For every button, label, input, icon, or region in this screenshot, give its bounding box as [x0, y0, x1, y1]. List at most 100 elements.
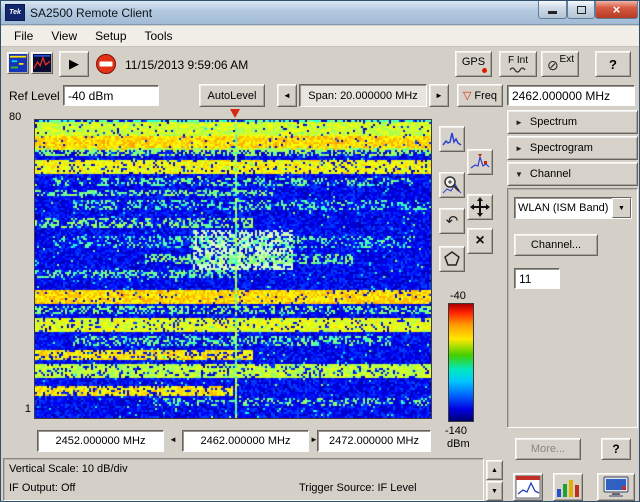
spectrogram-view-button[interactable]	[31, 52, 53, 74]
span-field[interactable]: Span: 20.000000 MHz	[299, 84, 427, 107]
if-output-status: IF Output: Off	[9, 482, 75, 494]
expanded-triangle-icon: ▼	[515, 170, 523, 179]
panel-help-button[interactable]: ?	[601, 438, 631, 460]
datetime-display: 11/15/2013 9:59:06 AM	[125, 58, 248, 72]
pan-button[interactable]	[467, 194, 493, 220]
help-icon: ?	[612, 442, 619, 456]
colorbar	[448, 303, 474, 422]
channel-button-label: Channel...	[531, 239, 581, 251]
help-button[interactable]: ?	[595, 51, 631, 77]
gps-label: GPS	[462, 56, 485, 68]
maximize-button[interactable]	[567, 1, 595, 19]
spectrogram-canvas[interactable]	[35, 120, 431, 418]
help-icon: ?	[609, 57, 617, 72]
ext-label: Ext	[560, 54, 574, 65]
external-ref-button[interactable]: ⊘ Ext	[541, 51, 579, 77]
clear-button[interactable]: ×	[467, 228, 493, 254]
menu-setup[interactable]: Setup	[86, 27, 135, 45]
freq-start-value: 2452.000000 MHz	[56, 435, 146, 447]
marker-icon[interactable]	[230, 109, 240, 118]
tek-logo-icon: Tek	[5, 4, 25, 21]
down-arrow-icon: ▼	[491, 488, 498, 495]
maximize-icon	[577, 6, 586, 14]
signal-meter-icon	[555, 475, 581, 499]
monitor-button[interactable]	[597, 473, 635, 501]
section-spectrogram-label: Spectrogram	[530, 142, 593, 154]
channel-input[interactable]	[514, 268, 560, 289]
zoom-button[interactable]	[439, 172, 465, 198]
levels-button[interactable]	[553, 473, 583, 501]
section-spectrogram[interactable]: ► Spectrogram	[507, 136, 638, 160]
no-symbol-icon: ⊘	[547, 57, 559, 74]
colorbar-unit-label: dBm	[447, 438, 470, 450]
vertical-scale-status: Vertical Scale: 10 dB/div	[9, 463, 128, 475]
spectrum-markers-button[interactable]	[467, 149, 493, 175]
freq-center-value: 2462.000000 MHz	[201, 435, 291, 447]
freq-stop-box[interactable]: 2472.000000 MHz	[317, 430, 431, 452]
span-increase-button[interactable]: ►	[429, 84, 449, 107]
right-arrow-icon: ►	[435, 91, 443, 100]
monitor-icon	[602, 475, 630, 499]
app-window: Tek SA2500 Remote Client × File View Set…	[0, 0, 640, 502]
freq-flag-icon: ▽	[463, 89, 471, 102]
close-icon: ×	[613, 2, 621, 17]
freq-center-box[interactable]: 2462.000000 MHz	[182, 430, 309, 452]
section-channel[interactable]: ▼ Channel	[507, 162, 638, 186]
undo-icon: ↶	[446, 212, 459, 230]
network-select[interactable]: WLAN (ISM Band) ▼	[514, 197, 632, 219]
window-title: SA2500 Remote Client	[30, 6, 152, 20]
freq-stop-value: 2472.000000 MHz	[329, 435, 419, 447]
section-spectrum-label: Spectrum	[530, 116, 577, 128]
gps-button[interactable]: GPS	[455, 51, 492, 77]
section-spectrum[interactable]: ► Spectrum	[507, 110, 638, 134]
frequency-input[interactable]	[507, 85, 635, 106]
stop-button[interactable]	[95, 53, 117, 75]
menu-tools[interactable]: Tools	[136, 27, 182, 45]
colorbar-top-label: -40	[450, 290, 466, 302]
collapsed-triangle-icon: ►	[515, 118, 523, 127]
freq-button[interactable]: ▽ Freq	[457, 84, 503, 107]
play-icon: ▶	[69, 56, 79, 72]
left-arrow-icon: ◄	[283, 91, 291, 100]
spectrum-view-button[interactable]	[7, 52, 29, 74]
internal-ref-button[interactable]: F Int	[499, 51, 537, 77]
span-value: Span: 20.000000 MHz	[308, 90, 417, 102]
menu-file[interactable]: File	[5, 27, 42, 45]
spectrogram-display[interactable]	[34, 119, 432, 419]
gps-status-icon	[482, 68, 487, 73]
collapsed-triangle-icon: ►	[515, 144, 523, 153]
dropdown-button[interactable]: ▼	[612, 198, 631, 218]
minimize-icon	[548, 11, 557, 14]
menu-bar: File View Setup Tools	[1, 26, 639, 47]
spectrum-markers-icon	[470, 153, 490, 171]
minimize-button[interactable]	[538, 1, 567, 19]
run-button[interactable]: ▶	[59, 51, 89, 77]
row-top-label: 80	[9, 111, 21, 123]
scroll-up-button[interactable]: ▲	[486, 460, 503, 480]
mask-button[interactable]	[439, 246, 465, 272]
chevron-down-icon: ▼	[618, 205, 625, 212]
trace-window-icon	[515, 475, 541, 499]
spectrum-trace-button[interactable]	[439, 126, 465, 152]
undo-button[interactable]: ↶	[439, 208, 465, 234]
section-channel-label: Channel	[530, 168, 571, 180]
mask-polygon-icon	[443, 250, 461, 268]
zoom-icon	[442, 175, 462, 195]
center-freq-left-stepper[interactable]: ◄	[169, 435, 177, 444]
ref-level-input[interactable]	[63, 85, 159, 106]
more-button[interactable]: More...	[515, 438, 581, 460]
network-select-value: WLAN (ISM Band)	[515, 198, 612, 218]
more-label: More...	[531, 443, 565, 455]
close-button[interactable]: ×	[595, 1, 638, 19]
trace-window-button[interactable]	[513, 473, 543, 501]
autolevel-button[interactable]: AutoLevel	[199, 84, 265, 107]
menu-view[interactable]: View	[42, 27, 86, 45]
row-bottom-label: 1	[19, 403, 31, 415]
up-arrow-icon: ▲	[491, 467, 498, 474]
mini-spectrum-icon	[9, 54, 27, 72]
mini-trace-icon	[33, 54, 51, 72]
freq-start-box[interactable]: 2452.000000 MHz	[37, 430, 164, 452]
scroll-down-button[interactable]: ▼	[486, 481, 503, 501]
span-decrease-button[interactable]: ◄	[277, 84, 297, 107]
channel-button[interactable]: Channel...	[514, 234, 598, 256]
